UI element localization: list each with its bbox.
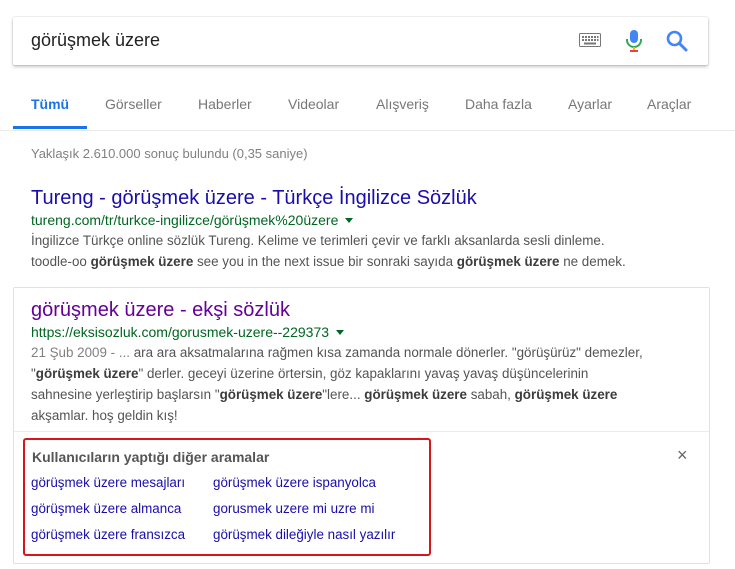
close-icon[interactable]: × bbox=[677, 446, 688, 464]
result-stats: Yaklaşık 2.610.000 sonuç bulundu (0,35 s… bbox=[31, 146, 308, 161]
url-dropdown-arrow-icon[interactable] bbox=[336, 330, 345, 335]
result-url-text[interactable]: tureng.com/tr/turkce-ingilizce/görüşmek%… bbox=[31, 212, 338, 228]
result-snippet: İngilizce Türkçe online sözlük Tureng. K… bbox=[31, 230, 681, 272]
related-search-link[interactable]: görüşmek üzere ispanyolca bbox=[213, 475, 376, 490]
active-tab-indicator bbox=[13, 126, 87, 129]
tab-news[interactable]: Haberler bbox=[198, 96, 252, 112]
tab-settings[interactable]: Ayarlar bbox=[568, 96, 612, 112]
result-url-text[interactable]: https://eksisozluk.com/gorusmek-uzere--2… bbox=[31, 324, 329, 340]
related-searches-box: Kullanıcıların yaptığı diğer aramalar gö… bbox=[23, 438, 431, 556]
card-divider bbox=[14, 431, 709, 432]
result-snippet: 21 Şub 2009 - ... ara ara aksatmalarına … bbox=[31, 342, 681, 426]
related-search-link[interactable]: görüşmek üzere mesajları bbox=[31, 475, 185, 490]
url-dropdown-arrow-icon[interactable] bbox=[345, 218, 354, 223]
result-url: tureng.com/tr/turkce-ingilizce/görüşmek%… bbox=[31, 212, 681, 228]
mic-icon[interactable] bbox=[625, 29, 643, 58]
tab-shopping[interactable]: Alışveriş bbox=[376, 96, 429, 112]
result-date: 21 Şub 2009 - ... bbox=[31, 345, 131, 360]
related-search-link[interactable]: görüşmek üzere almanca bbox=[31, 501, 181, 516]
result-title-link[interactable]: Tureng - görüşmek üzere - Türkçe İngiliz… bbox=[31, 186, 681, 210]
tab-images[interactable]: Görseller bbox=[105, 96, 162, 112]
search-tabs: Tümü Görseller Haberler Videolar Alışver… bbox=[0, 86, 735, 131]
keyboard-icon[interactable] bbox=[579, 33, 601, 52]
tab-videos[interactable]: Videolar bbox=[288, 96, 339, 112]
snippet-line: "görüşmek üzere" derler. geceyi üzerine … bbox=[31, 366, 589, 381]
snippet-line: toodle-oo görüşmek üzere see you in the … bbox=[31, 254, 626, 269]
snippet-line: sahnesine yerleştirip başlarsın "görüşme… bbox=[31, 387, 618, 402]
search-input[interactable]: görüşmek üzere bbox=[31, 30, 160, 51]
related-searches-title: Kullanıcıların yaptığı diğer aramalar bbox=[32, 449, 270, 465]
search-result: Tureng - görüşmek üzere - Türkçe İngiliz… bbox=[31, 186, 681, 272]
search-icon[interactable] bbox=[665, 29, 689, 58]
related-search-link[interactable]: görüşmek dileğiyle nasıl yazılır bbox=[213, 527, 395, 542]
related-search-link[interactable]: görüşmek üzere fransızca bbox=[31, 527, 185, 542]
result-url: https://eksisozluk.com/gorusmek-uzere--2… bbox=[31, 324, 681, 340]
result-title-link[interactable]: görüşmek üzere - ekşi sözlük bbox=[31, 298, 681, 322]
tab-all[interactable]: Tümü bbox=[31, 96, 69, 112]
related-search-link[interactable]: gorusmek uzere mi uzre mi bbox=[213, 501, 374, 516]
snippet-line: akşamlar. hoş geldin kış! bbox=[31, 408, 178, 423]
search-box[interactable]: görüşmek üzere bbox=[13, 17, 708, 65]
snippet-line: İngilizce Türkçe online sözlük Tureng. K… bbox=[31, 233, 605, 248]
tab-more[interactable]: Daha fazla bbox=[465, 96, 532, 112]
tab-tools[interactable]: Araçlar bbox=[647, 96, 691, 112]
snippet-line: 21 Şub 2009 - ... ara ara aksatmalarına … bbox=[31, 345, 643, 360]
search-result: görüşmek üzere - ekşi sözlük https://eks… bbox=[31, 298, 681, 426]
